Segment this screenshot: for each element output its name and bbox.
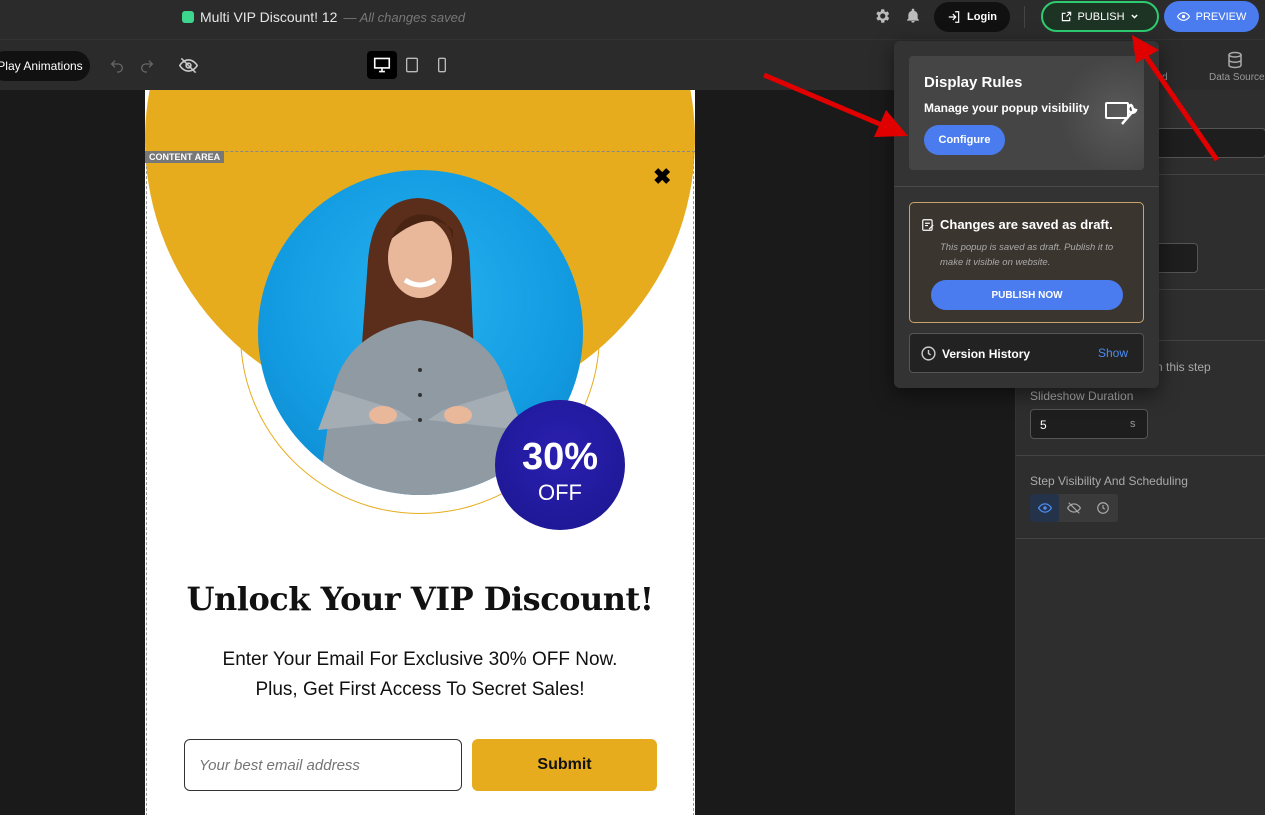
- clock-icon: [921, 346, 936, 361]
- play-animations-button[interactable]: Play Animations: [0, 51, 90, 81]
- display-rules-title: Display Rules: [924, 74, 1023, 91]
- configure-button[interactable]: Configure: [924, 125, 1005, 155]
- display-rules-subtitle: Manage your popup visibility: [924, 101, 1090, 115]
- step-visibility-label: Step Visibility And Scheduling: [1030, 474, 1188, 488]
- slideshow-unit: s: [1130, 418, 1136, 430]
- save-status: — All changes saved: [343, 9, 466, 25]
- draft-description: This popup is saved as draft. Publish it…: [940, 242, 1114, 268]
- visible-eye-icon[interactable]: [1030, 494, 1059, 522]
- data-source-label: Data Source: [1209, 72, 1265, 83]
- step-partial-text: n this step: [1156, 360, 1211, 374]
- login-label: Login: [967, 11, 997, 23]
- popup-title[interactable]: Multi VIP Discount! 12: [200, 9, 337, 25]
- discount-percent: 30%: [521, 436, 599, 478]
- panel-divider: [1016, 538, 1265, 539]
- header-divider: [1024, 6, 1025, 28]
- notification-bell-icon[interactable]: [903, 6, 923, 26]
- version-history-label: Version History: [942, 347, 1031, 361]
- database-icon: [1228, 51, 1242, 69]
- hidden-eye-icon[interactable]: [1059, 494, 1088, 522]
- hide-eye-icon[interactable]: [177, 54, 199, 76]
- publish-button[interactable]: PUBLISH: [1041, 1, 1159, 32]
- discount-badge[interactable]: 30% OFF: [495, 400, 625, 530]
- preview-button[interactable]: PREVIEW: [1164, 1, 1259, 32]
- publish-dropdown: Display Rules Manage your popup visibili…: [894, 41, 1159, 388]
- login-icon: [948, 11, 960, 23]
- top-bar: Multi VIP Discount! 12 — All changes sav…: [0, 0, 1265, 40]
- panel-small-input[interactable]: [1156, 243, 1198, 273]
- draft-notice-card: Changes are saved as draft. This popup i…: [909, 202, 1144, 323]
- desktop-view-icon[interactable]: [367, 51, 397, 79]
- eye-icon: [1176, 12, 1190, 21]
- slideshow-duration-label: Slideshow Duration: [1030, 389, 1134, 403]
- slideshow-duration-value: 5: [1040, 418, 1047, 432]
- popup-title-group: Multi VIP Discount! 12 — All changes sav…: [182, 9, 465, 25]
- discount-off-label: OFF: [538, 480, 582, 505]
- panel-divider: [1016, 455, 1265, 456]
- draft-title: Changes are saved as draft.: [940, 217, 1113, 232]
- play-animations-label: Play Animations: [0, 59, 83, 73]
- close-icon[interactable]: ✖: [653, 164, 671, 190]
- redo-icon[interactable]: [137, 56, 157, 76]
- undo-icon[interactable]: [107, 56, 127, 76]
- preview-label: PREVIEW: [1195, 10, 1247, 23]
- content-area-right-guide: [693, 151, 694, 815]
- content-area-top-guide: [145, 151, 695, 152]
- editor-canvas: CONTENT AREA ✖ 30% OFF Unlock Your VIP D…: [0, 90, 1015, 815]
- subtext-line-1: Enter Your Email For Exclusive 30% OFF N…: [222, 649, 618, 670]
- content-area-left-guide: [146, 151, 147, 815]
- display-rules-card: Display Rules Manage your popup visibili…: [909, 56, 1144, 170]
- edit-note-icon: [922, 219, 934, 231]
- panel-text-input[interactable]: [1156, 128, 1265, 158]
- login-button[interactable]: Login: [934, 2, 1010, 32]
- popup-headline[interactable]: Unlock Your VIP Discount!: [145, 580, 695, 618]
- slideshow-duration-input[interactable]: 5 s: [1030, 409, 1148, 439]
- mobile-view-icon[interactable]: [427, 51, 457, 79]
- content-area-label: CONTENT AREA: [145, 151, 225, 163]
- email-field[interactable]: [184, 739, 462, 791]
- tablet-view-icon[interactable]: [397, 51, 427, 79]
- version-history-row[interactable]: Version History Show: [909, 333, 1144, 373]
- external-link-icon: [1062, 11, 1072, 22]
- monitor-wrench-icon: [1105, 102, 1138, 125]
- popup-status-icon: [182, 11, 194, 23]
- subtext-line-2: Plus, Get First Access To Secret Sales!: [255, 679, 585, 700]
- schedule-clock-icon[interactable]: [1088, 494, 1117, 522]
- popup-subtext[interactable]: Enter Your Email For Exclusive 30% OFF N…: [145, 645, 695, 705]
- dropdown-divider: [894, 186, 1159, 187]
- popup-preview[interactable]: CONTENT AREA ✖ 30% OFF Unlock Your VIP D…: [145, 90, 695, 815]
- version-show-link[interactable]: Show: [1098, 346, 1128, 360]
- submit-button[interactable]: Submit: [472, 739, 657, 791]
- publish-now-button[interactable]: PUBLISH NOW: [931, 280, 1123, 310]
- chevron-down-icon: [1130, 14, 1138, 19]
- publish-label: PUBLISH: [1077, 10, 1125, 23]
- data-source-tab[interactable]: Data Source: [1206, 46, 1265, 86]
- panel-tab-partial[interactable]: d: [1162, 72, 1168, 83]
- settings-gear-icon[interactable]: [872, 6, 892, 26]
- visibility-toggle-group: [1030, 494, 1118, 522]
